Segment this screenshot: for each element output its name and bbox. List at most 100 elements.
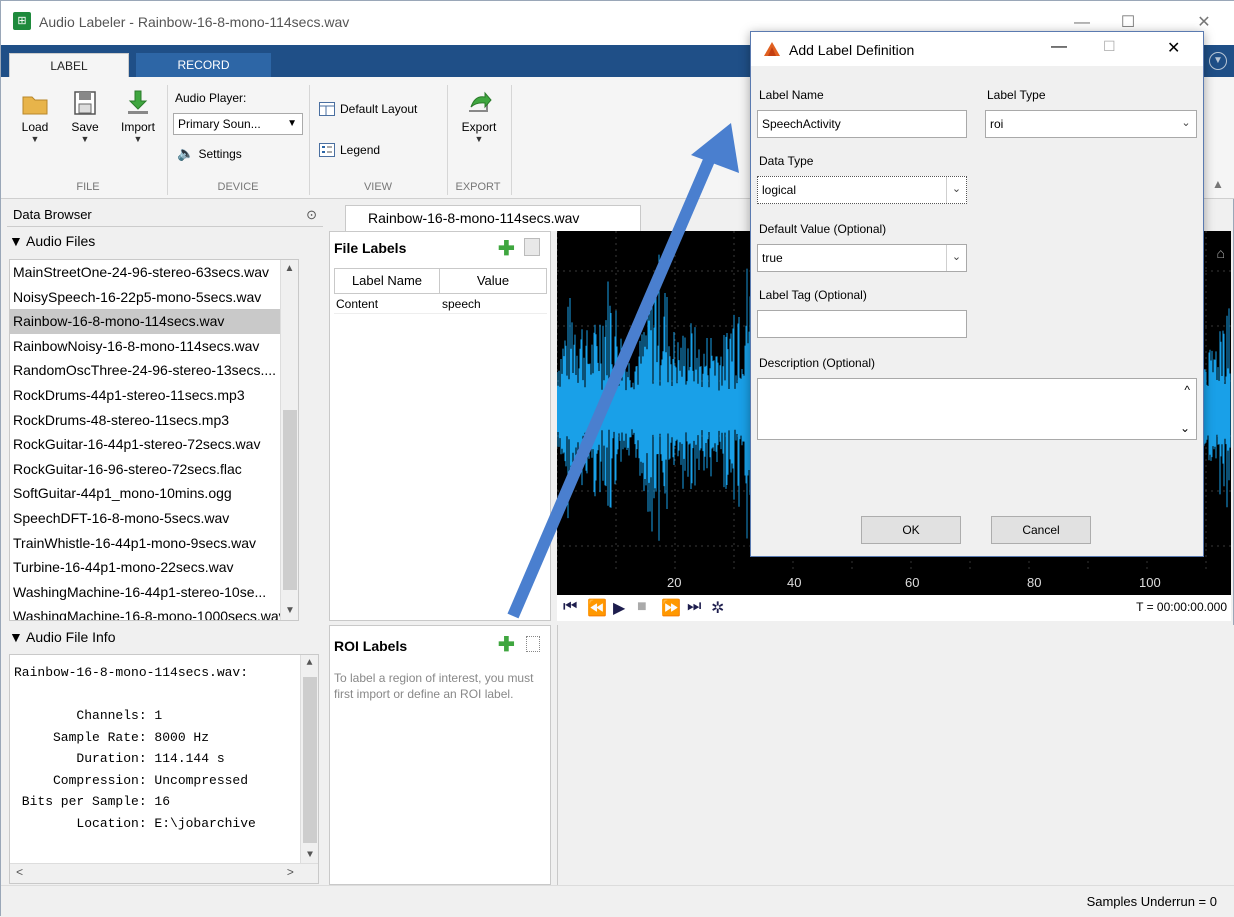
data-type-label: Data Type [759,154,814,168]
load-label: Load [21,120,49,134]
list-item[interactable]: Rainbow-16-8-mono-114secs.wav [10,309,298,334]
default-layout-label: Default Layout [340,102,418,116]
collapse-ribbon-icon[interactable]: ▲ [1212,177,1224,191]
legend-label: Legend [340,143,381,157]
label-name-column-header[interactable]: Label Name [334,268,440,294]
dialog-maximize-icon[interactable]: ☐ [1103,38,1116,55]
list-item[interactable]: RockDrums-44p1-stereo-11secs.mp3 [10,383,298,408]
roi-labels-hint: To label a region of interest, you must … [334,671,534,701]
x-tick: 40 [787,575,802,590]
cancel-button[interactable]: Cancel [991,516,1091,544]
scroll-up-icon[interactable]: ▲ [301,655,318,673]
value-cell: speech [442,297,481,311]
description-textarea[interactable]: ^ ⌄ [757,378,1197,440]
list-item[interactable]: RainbowNoisy-16-8-mono-114secs.wav [10,334,298,359]
export-icon [469,91,492,112]
label-name-input[interactable]: SpeechActivity [757,110,967,138]
audio-files-list: MainStreetOne-24-96-stereo-63secs.wav Noi… [9,259,299,621]
ribbon-separator [167,85,168,195]
info-vertical-scrollbar[interactable]: ▲ ▼ [300,655,318,865]
save-label: Save [71,120,99,134]
list-item[interactable]: WashingMachine-16-44p1-stereo-10se... [10,580,298,605]
ribbon-separator [309,85,310,195]
chevron-down-icon: ⌄ [946,177,966,203]
scroll-down-icon[interactable]: ▼ [281,602,298,620]
toolstrip-options-icon[interactable]: ▼ [1209,52,1227,70]
tab-record[interactable]: RECORD [136,53,271,77]
matlab-icon [764,42,780,56]
status-bar: Samples Underrun = 0 [1,885,1234,917]
label-type-dropdown[interactable]: roi ⌄ [985,110,1197,138]
scroll-right-icon[interactable]: > [287,866,294,880]
dialog-title: Add Label Definition [789,42,915,58]
samples-underrun-status: Samples Underrun = 0 [1086,894,1217,909]
save-button[interactable]: Save ▼ [65,89,105,144]
scroll-left-icon[interactable]: < [16,866,23,880]
dialog-title-bar: Add Label Definition — ☐ ✕ [751,32,1203,66]
roi-labels-title: ROI Labels [334,638,408,654]
list-item[interactable]: WashingMachine-16-8-mono-1000secs.wav [10,604,298,620]
description-label: Description (Optional) [759,356,876,370]
dropdown-arrow-icon: ▼ [287,118,297,129]
speaker-settings-icon: 🔈 [177,145,195,161]
settings-button[interactable]: 🔈 Settings [177,145,242,162]
legend-button[interactable]: Legend [319,143,380,157]
audio-files-header[interactable]: ▼ Audio Files [9,233,95,249]
audio-file-info-box: Rainbow-16-8-mono-114secs.wav: Channels:… [9,654,319,884]
chevron-up-icon[interactable]: ^ [1184,383,1190,397]
list-item[interactable]: MainStreetOne-24-96-stereo-63secs.wav [10,260,298,285]
audio-player-value: Primary Soun... [178,117,261,131]
vertical-scrollbar[interactable]: ▲ ▼ [280,260,298,620]
scroll-up-icon[interactable]: ▲ [281,260,298,278]
label-tag-input[interactable] [757,310,967,338]
label-tag-label: Label Tag (Optional) [759,288,867,302]
label-type-label: Label Type [987,88,1046,102]
list-item[interactable]: RockGuitar-16-44p1-stereo-72secs.wav [10,432,298,457]
info-horizontal-scrollbar[interactable]: < > [10,863,318,883]
layout-grid-icon [319,102,335,116]
label-name-cell: Content [336,297,379,311]
tab-label[interactable]: LABEL [9,53,129,77]
audio-player-label: Audio Player: [175,91,247,105]
scroll-thumb[interactable] [303,677,317,843]
panel-options-icon[interactable]: ⊙ [306,203,317,227]
load-button[interactable]: Load ▼ [15,89,55,144]
audio-labeler-app-icon: ⊞ [13,12,31,30]
audio-labeler-window: ⊞ Audio Labeler - Rainbow-16-8-mono-114s… [0,0,1234,917]
add-label-definition-dialog: Add Label Definition — ☐ ✕ Label Name Sp… [750,31,1204,557]
add-roi-label-icon[interactable]: ✚ [498,632,515,657]
list-item[interactable]: Turbine-16-44p1-mono-22secs.wav [10,555,298,580]
dialog-minimize-icon[interactable]: — [1051,38,1067,56]
list-item[interactable]: RockDrums-48-stereo-11secs.mp3 [10,408,298,433]
info-line: Channels: 1 [14,708,163,723]
import-arrow-icon [128,90,148,114]
import-button[interactable]: Import ▼ [115,89,161,144]
dialog-close-icon[interactable]: ✕ [1167,38,1180,58]
window-title: Audio Labeler - Rainbow-16-8-mono-114sec… [39,14,350,30]
list-item[interactable]: SpeechDFT-16-8-mono-5secs.wav [10,506,298,531]
chevron-down-icon[interactable]: ⌄ [1180,421,1190,435]
data-type-dropdown[interactable]: logical ⌄ [757,176,967,204]
list-item[interactable]: RandomOscThree-24-96-stereo-13secs.... [10,358,298,383]
info-line: Rainbow-16-8-mono-114secs.wav: [14,665,249,680]
file-section-label: FILE [76,181,100,193]
default-value-value: true [762,251,783,265]
info-line: Sample Rate: 8000 Hz [14,729,210,745]
home-icon[interactable]: ⌂ [1217,245,1225,261]
info-line: Location: E:\jobarchive [14,815,256,831]
info-line: Duration: 114.144 s [14,751,225,766]
audio-player-dropdown[interactable]: Primary Soun... ▼ [173,113,303,135]
data-browser-title: Data Browser [13,207,92,222]
list-item[interactable]: TrainWhistle-16-44p1-mono-9secs.wav [10,531,298,556]
default-layout-button[interactable]: Default Layout [319,102,417,116]
audio-files-title: Audio Files [25,233,96,249]
device-section-label: DEVICE [217,181,259,193]
list-item[interactable]: NoisySpeech-16-22p5-mono-5secs.wav [10,285,298,310]
list-item[interactable]: RockGuitar-16-96-stereo-72secs.flac [10,457,298,482]
delete-roi-label-icon[interactable] [526,636,540,652]
default-value-dropdown[interactable]: true ⌄ [757,244,967,272]
scroll-thumb[interactable] [283,410,297,590]
audio-file-info-header[interactable]: ▼ Audio File Info [9,629,115,645]
list-item[interactable]: SoftGuitar-44p1_mono-10mins.ogg [10,481,298,506]
ok-button[interactable]: OK [861,516,961,544]
